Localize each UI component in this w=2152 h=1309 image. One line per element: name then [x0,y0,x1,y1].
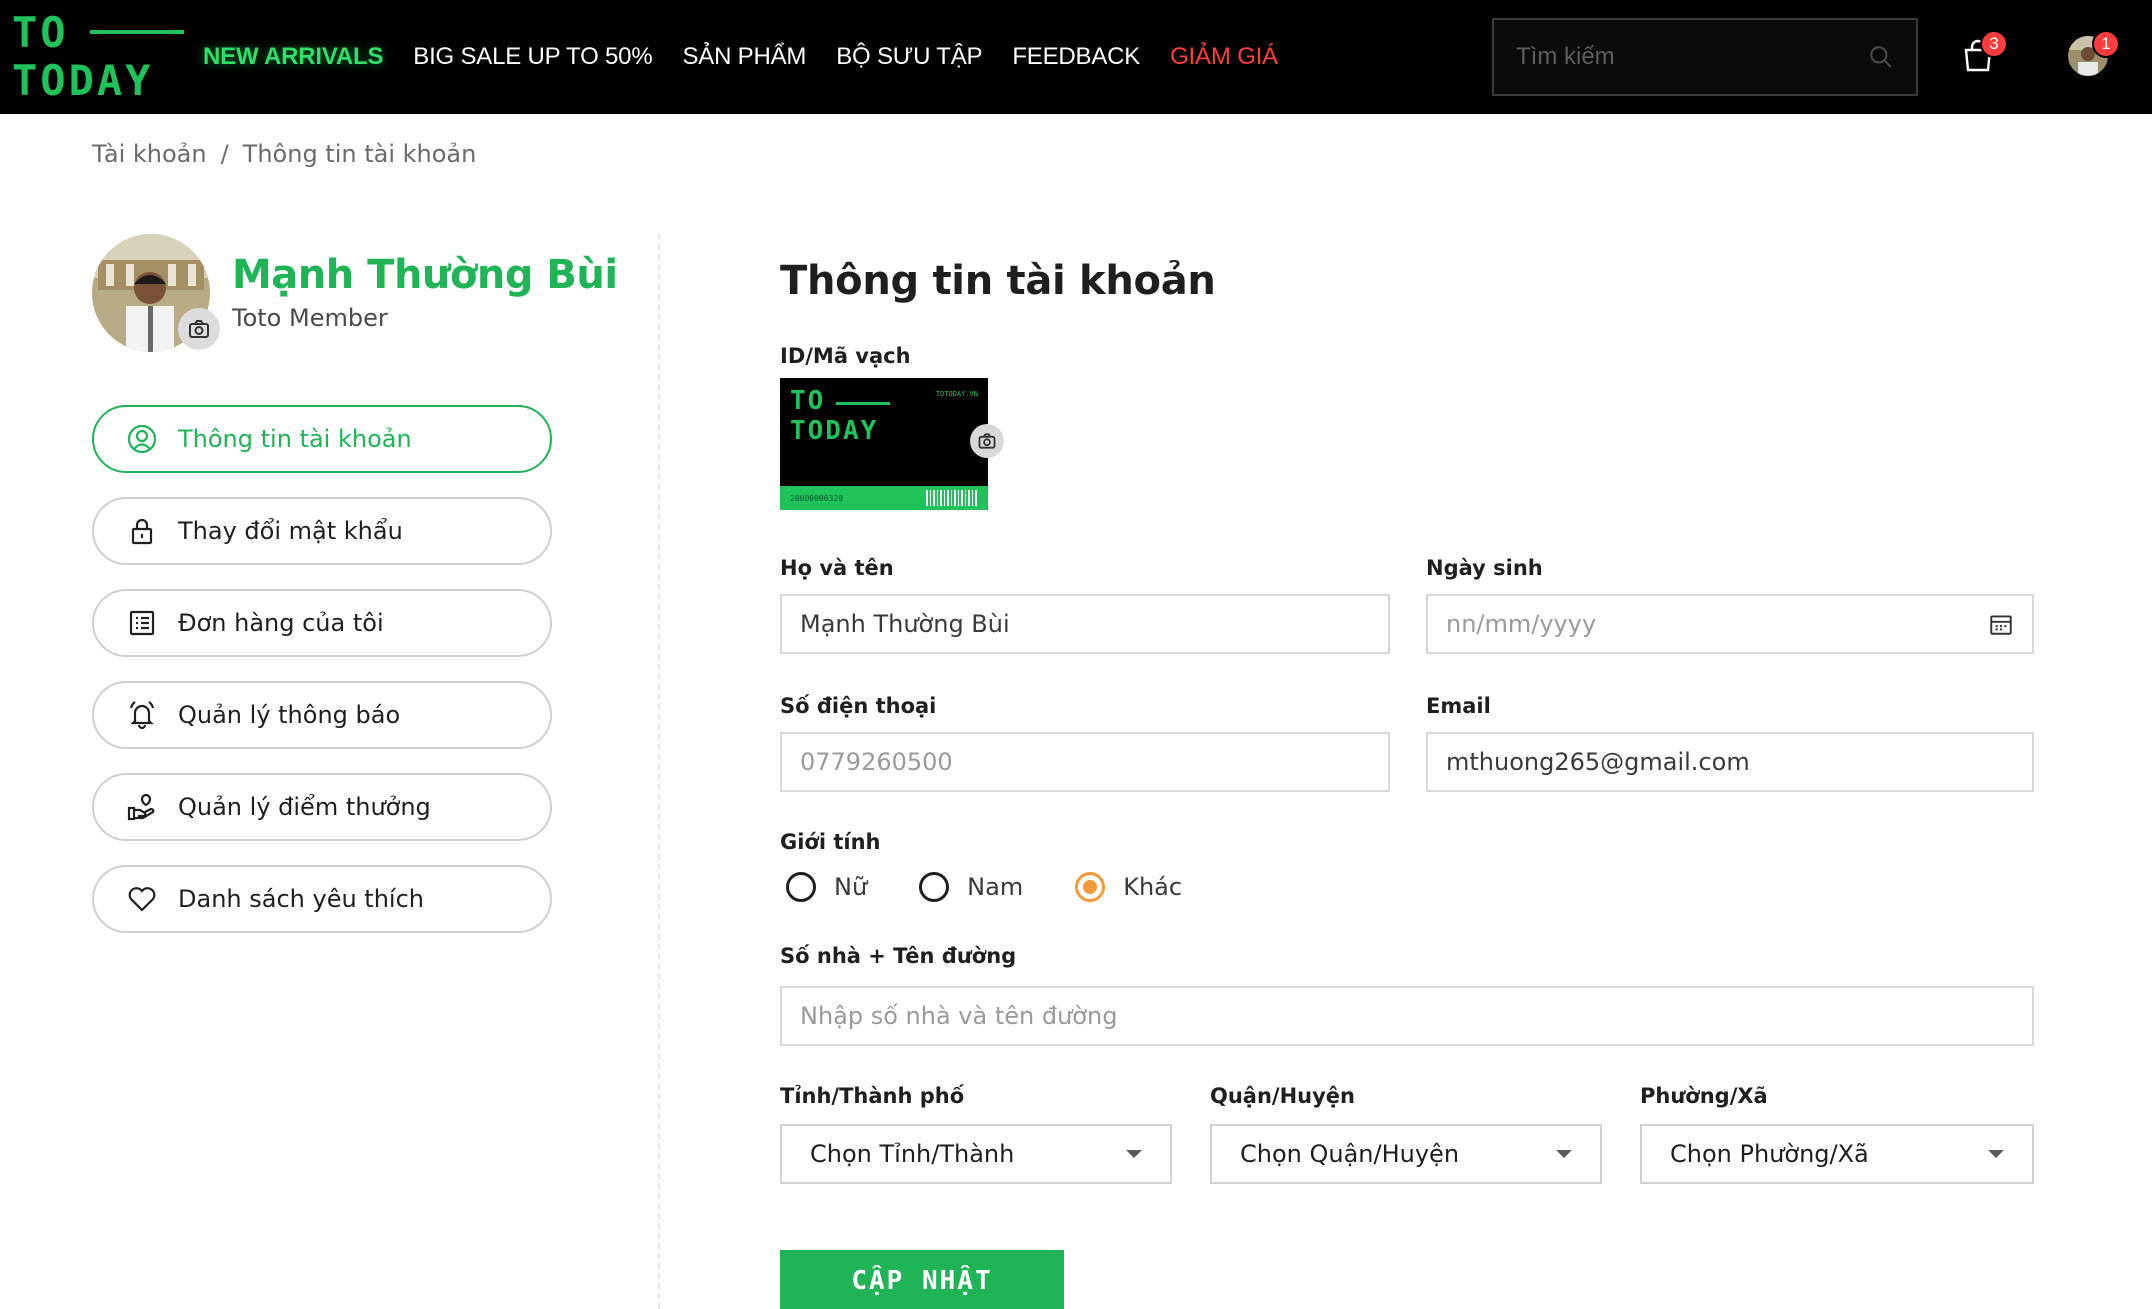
email-field-box [1426,732,2034,792]
district-select[interactable]: Chọn Quận/Huyện [1210,1124,1602,1184]
email-label: Email [1426,694,1491,718]
address-input[interactable] [800,1002,2014,1030]
breadcrumb-current: Thông tin tài khoản [242,140,477,168]
search-input[interactable] [1516,43,1868,71]
chevron-down-icon [1988,1150,2004,1158]
fullname-field-box [780,594,1390,654]
account-menu: Thông tin tài khoản Thay đổi mật khẩu Đơ… [92,405,552,957]
notification-badge: 1 [2092,30,2120,58]
logo-line1: TO [12,8,69,57]
card-number: 20000000320 [790,493,843,503]
change-avatar-button[interactable] [178,308,220,350]
phone-field-box [780,732,1390,792]
email-input[interactable] [1446,748,2014,776]
column-divider [658,234,660,1309]
breadcrumb: Tài khoản / Thông tin tài khoản [92,140,476,168]
menu-notifications[interactable]: Quản lý thông báo [92,681,552,749]
ward-select[interactable]: Chọn Phường/Xã [1640,1124,2034,1184]
top-header: TO TODAY NEW ARRIVALS BIG SALE UP TO 50%… [0,0,2152,114]
card-logo-rule [836,402,890,405]
membership-tier: Toto Member [232,304,388,332]
user-circle-icon [127,424,157,454]
nav-new-arrivals[interactable]: NEW ARRIVALS [203,43,383,71]
menu-wishlist[interactable]: Danh sách yêu thích [92,865,552,933]
gender-radio-group: Nữ Nam Khác [786,872,1182,902]
card-logo-line1: TO [790,386,826,416]
breadcrumb-separator: / [220,140,229,168]
reward-icon [127,793,155,821]
ward-selected-value: Chọn Phường/Xã [1670,1140,1869,1168]
change-card-image-button[interactable] [970,424,1004,458]
fullname-label: Họ và tên [780,556,894,580]
dob-field-box [1426,594,2034,654]
menu-label: Thông tin tài khoản [178,425,412,453]
search-box [1492,18,1918,96]
logo-line2: TODAY [12,56,154,105]
gender-label: Giới tính [780,830,881,854]
radio-circle[interactable] [786,872,816,902]
fullname-input[interactable] [800,610,1370,638]
search-icon[interactable] [1868,44,1894,70]
menu-reward-points[interactable]: Quản lý điểm thưởng [92,773,552,841]
province-selected-value: Chọn Tỉnh/Thành [810,1140,1015,1168]
card-barcode-strip: 20000000320 [780,486,988,510]
radio-label: Nam [967,873,1024,901]
main-nav: NEW ARRIVALS BIG SALE UP TO 50% SẢN PHẨM… [203,0,1278,114]
menu-label: Danh sách yêu thích [178,885,424,913]
id-label: ID/Mã vạch [780,344,911,368]
dob-input[interactable] [1446,610,1988,638]
cart-button[interactable]: 3 [1958,30,2008,76]
order-list-icon [129,610,155,636]
bell-icon [129,701,155,730]
address-field-box [780,986,2034,1046]
nav-products[interactable]: SẢN PHẨM [682,43,806,71]
radio-label: Nữ [834,873,868,901]
menu-account-info[interactable]: Thông tin tài khoản [92,405,552,473]
card-brand-small: TOTODAY.VN [935,390,978,398]
update-button[interactable]: CẬP NHẬT [780,1250,1064,1309]
gender-option-male[interactable]: Nam [919,872,1023,902]
menu-change-password[interactable]: Thay đổi mật khẩu [92,497,552,565]
barcode-icon [926,490,978,506]
nav-discount[interactable]: GIẢM GIÁ [1170,43,1278,71]
menu-label: Đơn hàng của tôi [178,609,384,637]
phone-input[interactable] [800,748,1370,776]
gender-option-female[interactable]: Nữ [786,872,867,902]
card-logo-line2: TODAY [790,416,879,446]
logo-rule [90,30,184,34]
radio-circle-selected[interactable] [1075,872,1106,902]
radio-circle[interactable] [919,872,950,902]
profile-name: Mạnh Thường Bùi [232,252,618,298]
menu-my-orders[interactable]: Đơn hàng của tôi [92,589,552,657]
radio-label: Khác [1123,873,1183,901]
district-selected-value: Chọn Quận/Huyện [1240,1140,1460,1168]
menu-label: Quản lý thông báo [178,701,401,729]
province-select[interactable]: Chọn Tỉnh/Thành [780,1124,1172,1184]
nav-big-sale[interactable]: BIG SALE UP TO 50% [413,43,652,71]
nav-feedback[interactable]: FEEDBACK [1012,43,1140,71]
member-barcode-card: TO TODAY TOTODAY.VN 20000000320 [780,378,988,510]
phone-label: Số điện thoại [780,694,937,718]
heart-icon [128,887,156,912]
lock-icon [131,518,153,545]
district-label: Quận/Huyện [1210,1084,1356,1108]
cart-count-badge: 3 [1980,30,2008,58]
menu-label: Quản lý điểm thưởng [178,793,431,821]
calendar-icon[interactable] [1988,611,2014,637]
camera-icon [189,320,209,338]
gender-option-other[interactable]: Khác [1075,872,1182,902]
chevron-down-icon [1556,1150,1572,1158]
camera-icon [978,433,996,449]
chevron-down-icon [1126,1150,1142,1158]
dob-label: Ngày sinh [1426,556,1543,580]
page-title: Thông tin tài khoản [780,258,1216,304]
menu-label: Thay đổi mật khẩu [178,517,403,545]
breadcrumb-root[interactable]: Tài khoản [92,140,207,168]
ward-label: Phường/Xã [1640,1084,1768,1108]
address-label: Số nhà + Tên đường [780,944,1017,968]
nav-collections[interactable]: BỘ SƯU TẬP [836,43,982,71]
brand-logo[interactable]: TO TODAY [12,8,184,106]
province-label: Tỉnh/Thành phố [780,1084,965,1108]
